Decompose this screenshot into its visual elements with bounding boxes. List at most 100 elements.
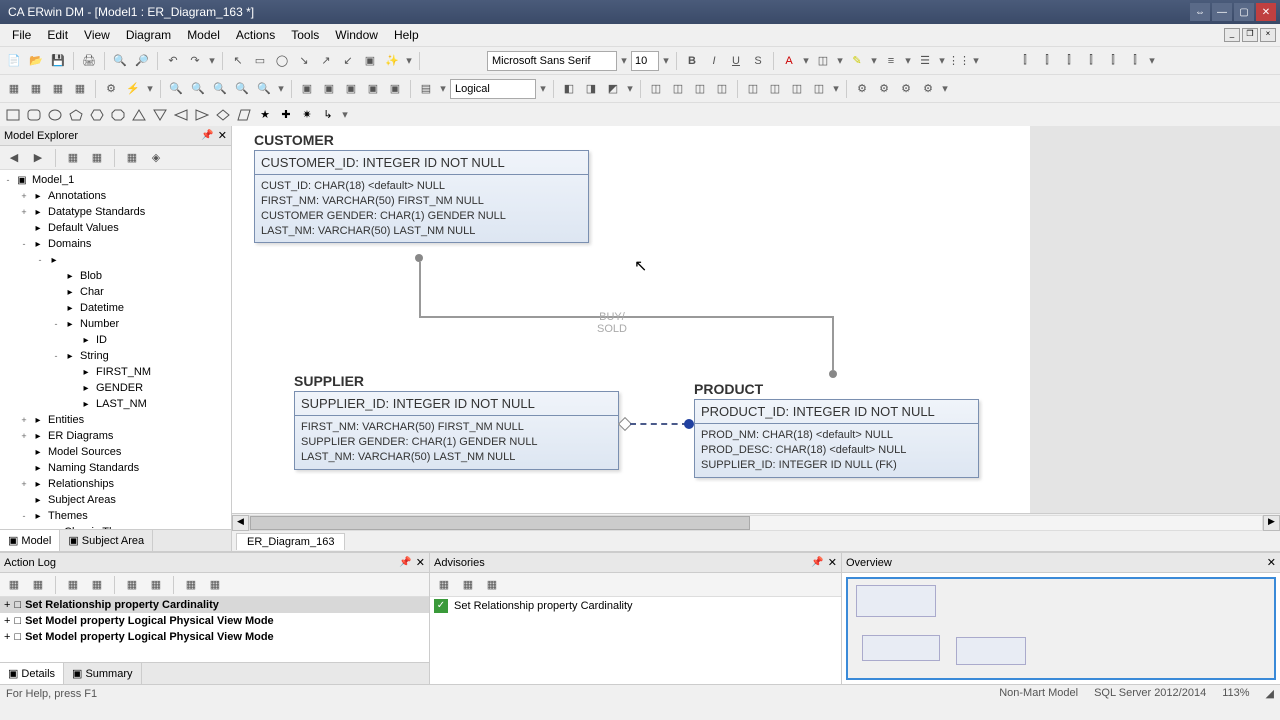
rel-endpoint[interactable]: [415, 254, 423, 262]
entity-supplier[interactable]: SUPPLIER_ID: INTEGER ID NOT NULL FIRST_N…: [294, 391, 619, 470]
canvas-hscroll[interactable]: ◀ ▶: [232, 513, 1280, 531]
link-icon[interactable]: ⇔: [1190, 3, 1210, 21]
exp-tb1-icon[interactable]: ◀: [4, 148, 24, 168]
shape-burst-icon[interactable]: ✷: [298, 106, 316, 124]
find-icon[interactable]: 🔍: [110, 51, 130, 71]
t2-g1-icon[interactable]: ▣: [297, 79, 317, 99]
tree-expander[interactable]: +: [18, 431, 30, 441]
shape-star-icon[interactable]: ★: [256, 106, 274, 124]
tree-node[interactable]: -▸String: [2, 348, 229, 364]
close-panel-icon[interactable]: ✕: [416, 556, 425, 569]
box-icon[interactable]: ▣: [360, 51, 380, 71]
t2-m1-icon[interactable]: ▤: [416, 79, 436, 99]
er-diagram-canvas[interactable]: CUSTOMER CUSTOMER_ID: INTEGER ID NOT NUL…: [232, 126, 1280, 513]
tree-node[interactable]: ▸Model Sources: [2, 444, 229, 460]
t2-g4-icon[interactable]: ▣: [363, 79, 383, 99]
tree-node[interactable]: +▸Relationships: [2, 476, 229, 492]
numlist-dropdown[interactable]: ▾: [971, 54, 981, 67]
shape-ellipse-icon[interactable]: [46, 106, 64, 124]
tree-label[interactable]: Datatype Standards: [46, 206, 145, 218]
tree-node[interactable]: +▸Annotations: [2, 188, 229, 204]
shape-tri-up-icon[interactable]: [130, 106, 148, 124]
rel-label[interactable]: BUY/ SOLD: [597, 311, 627, 335]
advisories-list[interactable]: ✓ Set Relationship property Cardinality: [430, 597, 841, 684]
tree-expander[interactable]: +: [18, 479, 30, 489]
tree-label[interactable]: Annotations: [46, 190, 106, 202]
tab-model[interactable]: ▣ Model: [0, 530, 60, 551]
close-button[interactable]: ✕: [1256, 3, 1276, 21]
strike-icon[interactable]: S: [748, 51, 768, 71]
fontcolor-icon[interactable]: A: [779, 51, 799, 71]
t2-q4-icon[interactable]: ⚙: [918, 79, 938, 99]
tree-expander[interactable]: +: [18, 415, 30, 425]
tree-label[interactable]: ER Diagrams: [46, 430, 113, 442]
linestyle-icon[interactable]: ≡: [881, 51, 901, 71]
diagram-tab[interactable]: ER_Diagram_163: [236, 533, 345, 550]
tree-label[interactable]: Domains: [46, 238, 91, 250]
tree-expander[interactable]: -: [34, 255, 46, 265]
tree-label[interactable]: Relationships: [46, 478, 114, 490]
wand-icon[interactable]: ✨: [382, 51, 402, 71]
al-tb1-icon[interactable]: ▦: [4, 575, 24, 595]
exp-tb2-icon[interactable]: ▶: [28, 148, 48, 168]
wand-dropdown[interactable]: ▾: [404, 54, 414, 67]
tree-label[interactable]: Blob: [78, 270, 102, 282]
exp-tb3-icon[interactable]: ▦: [63, 148, 83, 168]
align3-icon[interactable]: ⫿: [1059, 51, 1079, 71]
tree-label[interactable]: String: [78, 350, 109, 362]
rel-endpoint-blue[interactable]: [684, 419, 694, 429]
connect1-icon[interactable]: ↘: [294, 51, 314, 71]
mdi-restore[interactable]: ❐: [1242, 28, 1258, 42]
tree-label[interactable]: Number: [78, 318, 119, 330]
menu-actions[interactable]: Actions: [228, 26, 283, 44]
linestyle-dropdown[interactable]: ▾: [903, 54, 913, 67]
tree-label[interactable]: Entities: [46, 414, 84, 426]
fontsize-select[interactable]: 10: [631, 51, 659, 71]
close-panel-icon[interactable]: ✕: [1267, 556, 1276, 569]
shape-hexagon-icon[interactable]: [88, 106, 106, 124]
t2-q1-icon[interactable]: ⚙: [852, 79, 872, 99]
underline-icon[interactable]: U: [726, 51, 746, 71]
tree-node[interactable]: ▸LAST_NM: [2, 396, 229, 412]
t2-o4-icon[interactable]: ◫: [712, 79, 732, 99]
rect-icon[interactable]: ▭: [250, 51, 270, 71]
align4-icon[interactable]: ⫿: [1081, 51, 1101, 71]
save-icon[interactable]: 💾: [48, 51, 68, 71]
menu-diagram[interactable]: Diagram: [118, 26, 179, 44]
tree-node[interactable]: ▸ID: [2, 332, 229, 348]
tree-label[interactable]: LAST_NM: [94, 398, 147, 410]
menu-edit[interactable]: Edit: [39, 26, 76, 44]
tree-expander[interactable]: +: [18, 207, 30, 217]
al-tb2-icon[interactable]: ▦: [28, 575, 48, 595]
advisory-row[interactable]: ✓ Set Relationship property Cardinality: [430, 597, 841, 615]
tree-label[interactable]: FIRST_NM: [94, 366, 151, 378]
scroll-right-icon[interactable]: ▶: [1263, 515, 1280, 531]
tree-label[interactable]: GENDER: [94, 382, 143, 394]
shape-tri-right-icon[interactable]: [193, 106, 211, 124]
zoomin-icon[interactable]: 🔍: [166, 79, 186, 99]
mdi-minimize[interactable]: _: [1224, 28, 1240, 42]
open-icon[interactable]: 📂: [26, 51, 46, 71]
al-tb3-icon[interactable]: ▦: [63, 575, 83, 595]
shape-parallel-icon[interactable]: [235, 106, 253, 124]
menu-tools[interactable]: Tools: [283, 26, 327, 44]
undo-icon[interactable]: ↶: [163, 51, 183, 71]
action-log-list[interactable]: +□Set Relationship property Cardinality …: [0, 597, 429, 662]
tree-node[interactable]: ▸GENDER: [2, 380, 229, 396]
status-corner-icon[interactable]: ◢: [1266, 687, 1274, 700]
undo-dropdown[interactable]: ▾: [207, 54, 217, 67]
tab-summary[interactable]: ▣Summary: [64, 663, 141, 684]
t2-n-dropdown[interactable]: ▾: [625, 82, 635, 95]
shape-cross-icon[interactable]: ✚: [277, 106, 295, 124]
shape-dropdown[interactable]: ▾: [340, 108, 350, 121]
t2-n2-icon[interactable]: ◨: [581, 79, 601, 99]
list-dropdown[interactable]: ▾: [937, 54, 947, 67]
t2-n1-icon[interactable]: ◧: [559, 79, 579, 99]
exp-tb6-icon[interactable]: ◈: [146, 148, 166, 168]
align6-icon[interactable]: ⫿: [1125, 51, 1145, 71]
t2-g2-icon[interactable]: ▣: [319, 79, 339, 99]
menu-model[interactable]: Model: [179, 26, 228, 44]
t2-p-dropdown[interactable]: ▾: [831, 82, 841, 95]
t2-6-dropdown[interactable]: ▾: [145, 82, 155, 95]
menu-file[interactable]: File: [4, 26, 39, 44]
